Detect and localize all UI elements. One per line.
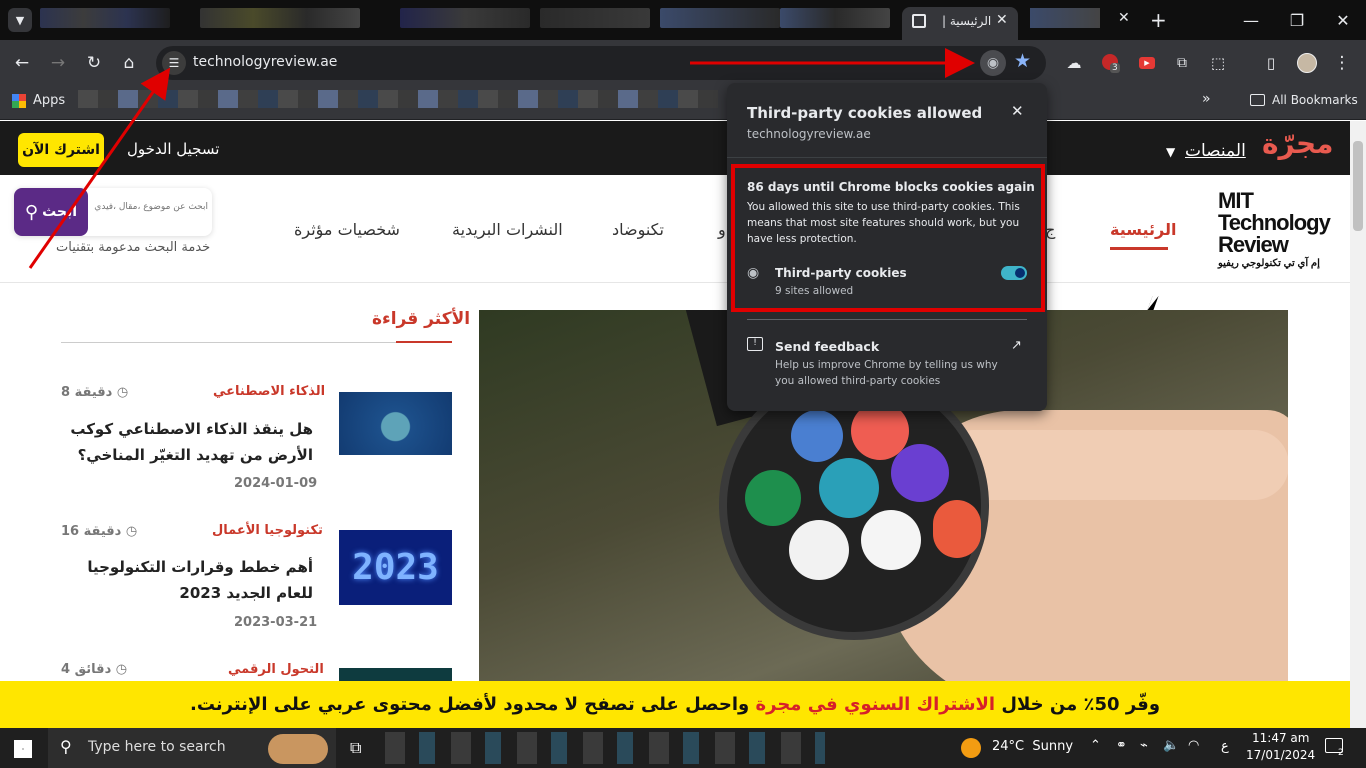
annotation-arrow [28, 67, 171, 269]
task-view-icon[interactable]: ⧉ [350, 738, 361, 758]
wifi-icon[interactable]: ◠ [1188, 738, 1199, 753]
clock-date[interactable]: 17/01/2024 [1246, 748, 1315, 762]
windows-start-icon[interactable] [14, 740, 32, 758]
language-indicator[interactable]: ع [1221, 739, 1229, 754]
volume-icon[interactable]: 🔈 [1163, 738, 1179, 753]
taskbar-search-placeholder: Type here to search [88, 739, 226, 755]
taskbar-search[interactable]: ⚲ Type here to search [48, 728, 336, 768]
search-icon: ⚲ [60, 737, 72, 756]
weather-icon[interactable] [961, 738, 981, 758]
windows-taskbar: ⚲ Type here to search ⧉ 24°C Sunny ⌃ ⚭ ⌁… [0, 728, 1366, 768]
weather-text[interactable]: 24°C Sunny [992, 739, 1073, 754]
show-hidden-icons[interactable]: ⌃ [1090, 738, 1101, 753]
notification-count: 2 [1338, 748, 1344, 758]
tray-icon[interactable]: ⚭ [1116, 738, 1127, 753]
network-icon[interactable]: ⌁ [1140, 738, 1148, 753]
search-highlight-image [268, 734, 328, 764]
pinned-apps[interactable] [385, 732, 825, 764]
clock-time[interactable]: 11:47 am [1252, 731, 1309, 745]
annotation-arrows [28, 48, 975, 269]
